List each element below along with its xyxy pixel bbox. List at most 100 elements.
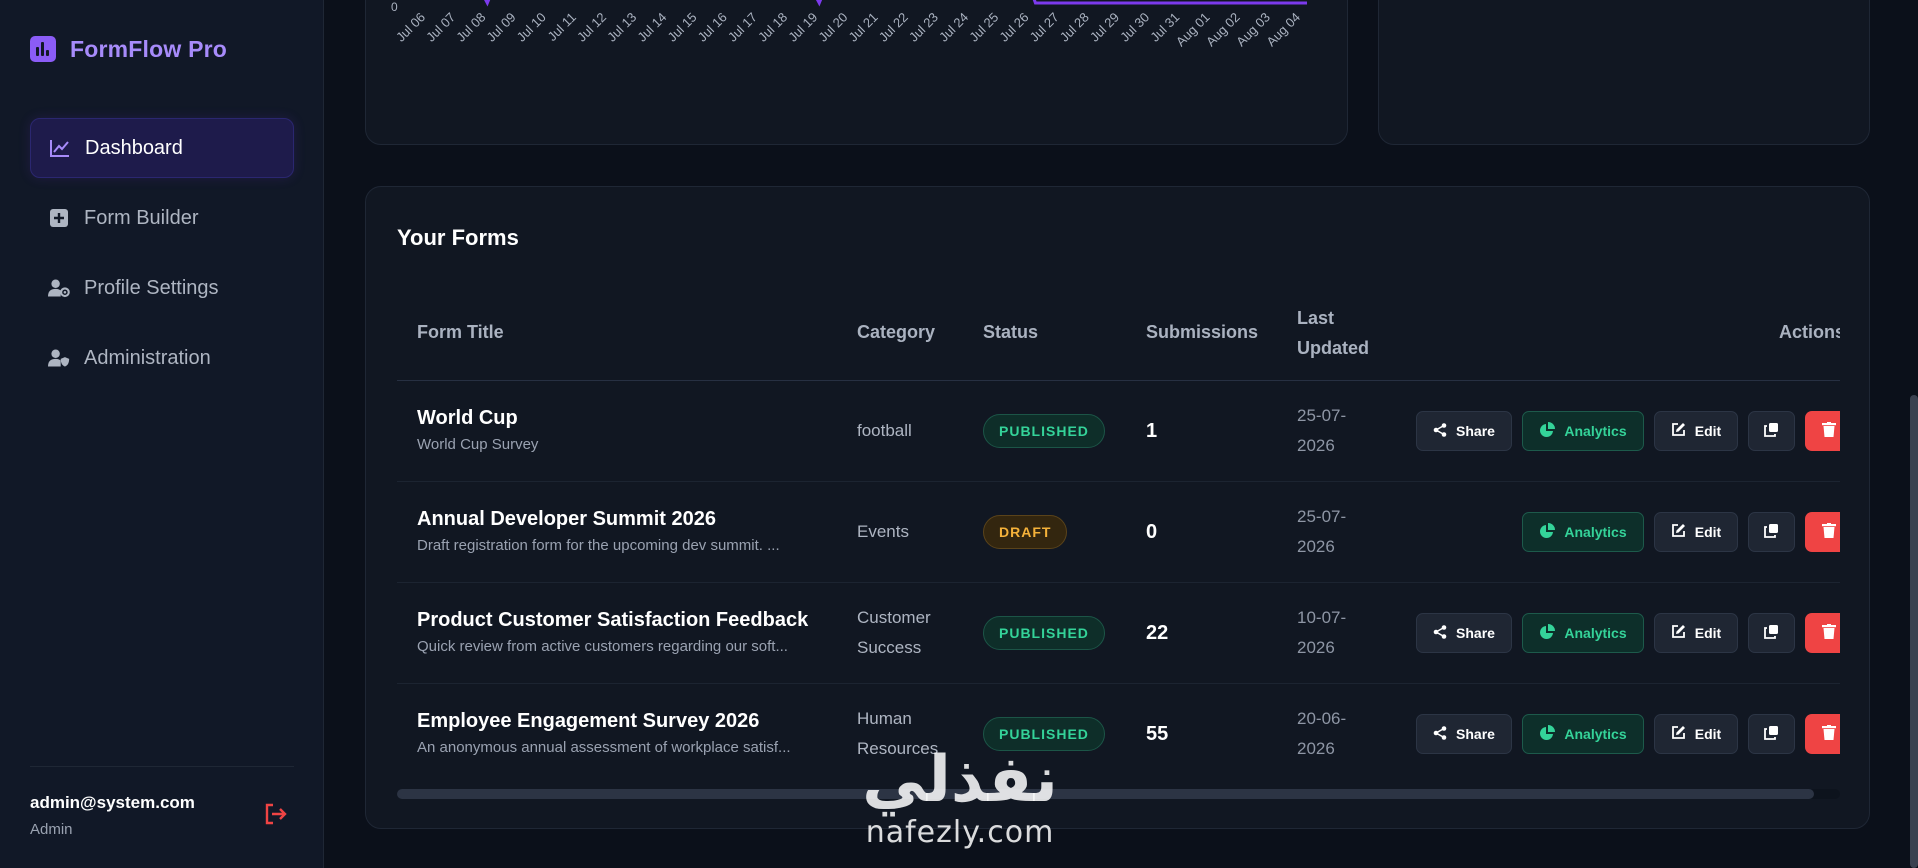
sidebar-item-label: Dashboard	[85, 136, 183, 159]
form-description: Quick review from active customers regar…	[417, 638, 788, 655]
brand-name: FormFlow Pro	[70, 35, 228, 62]
edit-button[interactable]: Edit	[1654, 613, 1738, 653]
share-icon	[1433, 725, 1447, 743]
table-row[interactable]: Product Customer Satisfaction Feedback Q…	[397, 583, 1840, 684]
analytics-button[interactable]: Analytics	[1522, 411, 1644, 451]
user-shield-icon	[48, 347, 70, 369]
x-tick-label: Jul 26	[996, 10, 1031, 45]
analytics-button[interactable]: Analytics	[1522, 714, 1644, 754]
page-scrollbar-thumb[interactable]	[1910, 395, 1918, 868]
watermark-logo: نفذلي nafezly.com	[860, 745, 1060, 865]
sidebar-item-label: Administration	[84, 346, 211, 369]
table-row[interactable]: Employee Engagement Survey 2026 An anony…	[397, 684, 1840, 785]
column-category[interactable]: Category	[857, 317, 935, 347]
delete-button[interactable]	[1805, 613, 1840, 653]
analytics-button[interactable]: Analytics	[1522, 613, 1644, 653]
share-button[interactable]: Share	[1416, 411, 1512, 451]
table-row[interactable]: Annual Developer Summit 2026 Draft regis…	[397, 482, 1840, 583]
analytics-label: Analytics	[1564, 726, 1627, 742]
pie-chart-icon	[1539, 522, 1556, 542]
pie-chart-icon	[1539, 623, 1556, 643]
sidebar: FormFlow Pro Dashboard Form Builder Prof…	[0, 0, 324, 868]
column-form-title[interactable]: Form Title	[417, 317, 504, 347]
share-button[interactable]: Share	[1416, 613, 1512, 653]
edit-icon	[1671, 422, 1686, 440]
table-header: Form Title Category Status Submissions L…	[397, 291, 1840, 381]
edit-button[interactable]: Edit	[1654, 714, 1738, 754]
status-badge: PUBLISHED	[983, 616, 1105, 650]
duplicate-button[interactable]	[1748, 411, 1795, 451]
sidebar-item-administration[interactable]: Administration	[30, 328, 294, 388]
submissions-chart-card: 0 Jul 06 Jul 07 Jul 08 Jul 09 Jul 10 Jul 11 Jul…	[365, 0, 1348, 145]
table-row[interactable]: World Cup World Cup Survey football PUBL…	[397, 381, 1840, 482]
user-email: admin@system.com	[30, 793, 195, 812]
x-tick-label: Jul 08	[453, 10, 488, 45]
last-updated-line1: 25-07-	[1297, 406, 1347, 425]
column-submissions[interactable]: Submissions	[1146, 317, 1258, 347]
form-title[interactable]: Employee Engagement Survey 2026	[417, 710, 791, 733]
delete-button[interactable]	[1805, 411, 1840, 451]
form-category-line1: football	[857, 421, 912, 440]
user-role: Admin	[30, 821, 73, 838]
table-scrollbar-thumb[interactable]	[397, 789, 1814, 799]
x-tick-label: Jul 21	[846, 10, 881, 45]
status-badge: DRAFT	[983, 515, 1068, 549]
duplicate-button[interactable]	[1748, 512, 1795, 552]
x-tick-label: Jul 20	[815, 10, 850, 45]
x-tick-label: Jul 27	[1027, 10, 1062, 45]
sidebar-item-profile-settings[interactable]: Profile Settings	[30, 258, 294, 318]
sidebar-item-label: Profile Settings	[84, 276, 219, 299]
share-label: Share	[1456, 625, 1495, 641]
sidebar-item-dashboard[interactable]: Dashboard	[30, 118, 294, 178]
duplicate-button[interactable]	[1748, 613, 1795, 653]
column-status[interactable]: Status	[983, 317, 1038, 347]
trash-icon	[1821, 624, 1836, 642]
forms-card: Your Forms Form Title Category Status Su…	[365, 186, 1870, 829]
y-tick-label: 0	[391, 0, 398, 14]
analytics-label: Analytics	[1564, 524, 1627, 540]
edit-icon	[1671, 725, 1686, 743]
share-button[interactable]: Share	[1416, 714, 1512, 754]
x-tick-label: Jul 28	[1057, 10, 1092, 45]
status-cell: PUBLISHED	[983, 616, 1105, 650]
form-category-line1: Customer	[857, 608, 931, 627]
x-tick-label: Jul 13	[604, 10, 639, 45]
pie-chart-icon	[1539, 724, 1556, 744]
sidebar-item-form-builder[interactable]: Form Builder	[30, 188, 294, 248]
edit-label: Edit	[1694, 423, 1722, 439]
chart-bar-icon	[30, 36, 56, 62]
edit-button[interactable]: Edit	[1654, 512, 1738, 552]
series-line-segment	[484, 0, 491, 7]
column-actions: Actions	[1779, 322, 1840, 342]
form-title-cell: Product Customer Satisfaction Feedback Q…	[417, 609, 808, 655]
table-scrollbar[interactable]	[397, 789, 1840, 799]
analytics-button[interactable]: Analytics	[1522, 512, 1644, 552]
copy-icon	[1764, 422, 1779, 440]
delete-button[interactable]	[1805, 512, 1840, 552]
form-category-line1: Events	[857, 522, 909, 541]
logout-icon[interactable]	[264, 803, 288, 830]
form-title-cell: World Cup World Cup Survey	[417, 407, 538, 453]
user-box: admin@system.com Admin	[30, 766, 294, 838]
last-updated-line1: 10-07-	[1297, 608, 1347, 627]
form-description: Draft registration form for the upcoming…	[417, 537, 780, 554]
form-title[interactable]: Annual Developer Summit 2026	[417, 508, 780, 531]
series-line-segment	[1032, 0, 1307, 5]
form-title[interactable]: World Cup	[417, 407, 538, 430]
column-last-updated[interactable]: Last Updated	[1297, 303, 1369, 363]
share-icon	[1433, 422, 1447, 440]
submissions-count: 22	[1146, 622, 1169, 644]
duplicate-button[interactable]	[1748, 714, 1795, 754]
submissions-line-chart: 0Jul 06Jul 07Jul 08Jul 09Jul 10Jul 11Jul…	[391, 0, 1307, 49]
last-updated: 20-06- 2026	[1297, 704, 1346, 764]
delete-button[interactable]	[1805, 714, 1840, 754]
brand[interactable]: FormFlow Pro	[30, 34, 227, 64]
copy-icon	[1764, 523, 1779, 541]
edit-button[interactable]: Edit	[1654, 411, 1738, 451]
form-title[interactable]: Product Customer Satisfaction Feedback	[417, 609, 808, 632]
share-label: Share	[1456, 726, 1495, 742]
plus-square-icon	[48, 207, 70, 229]
chart-line-icon	[49, 137, 71, 159]
form-description: An anonymous annual assessment of workpl…	[417, 739, 791, 756]
form-description: World Cup Survey	[417, 436, 539, 453]
